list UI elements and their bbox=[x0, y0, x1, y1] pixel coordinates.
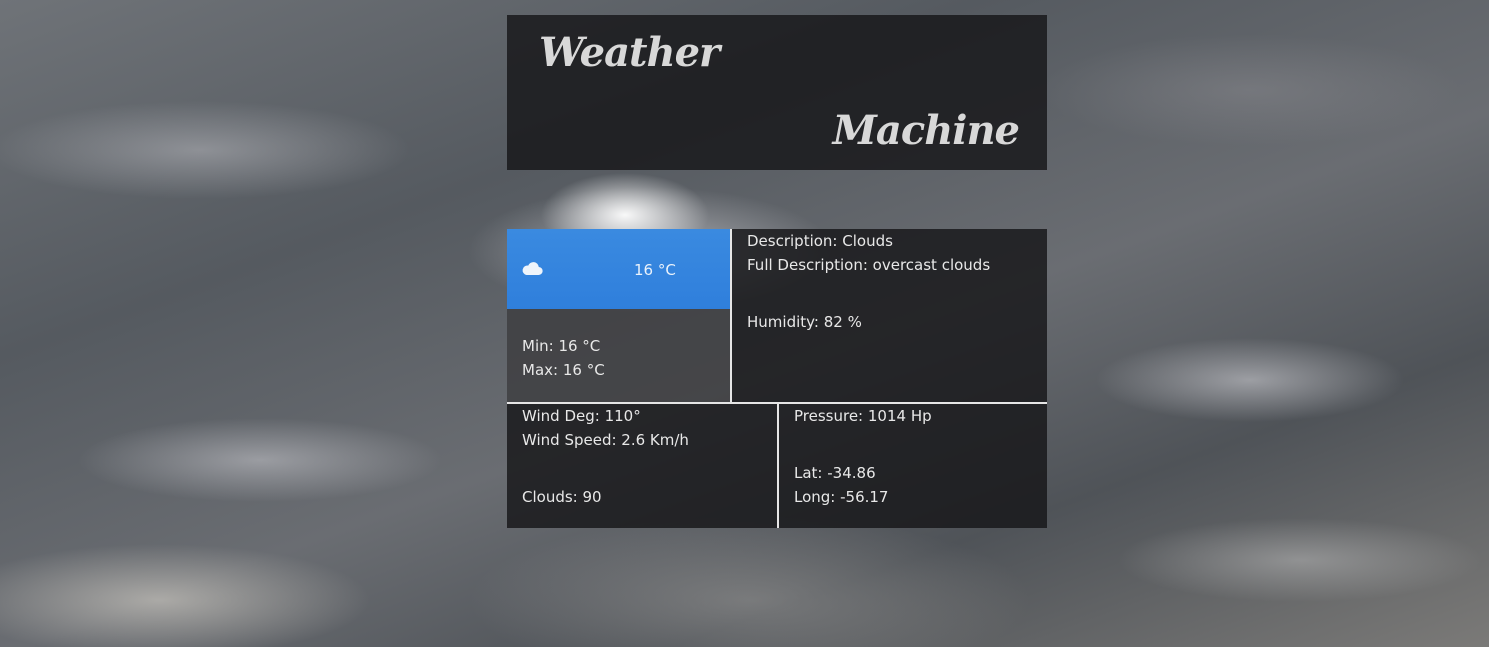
clouds-text: Clouds: 90 bbox=[522, 488, 602, 506]
temperature-panel: 16 °C Min: 16 °C Max: 16 °C bbox=[507, 229, 730, 402]
wind-deg-text: Wind Deg: 110° bbox=[522, 407, 641, 425]
humidity-text: Humidity: 82 % bbox=[747, 313, 862, 331]
cloud-icon bbox=[522, 262, 543, 276]
min-temperature: Min: 16 °C bbox=[522, 337, 601, 355]
title-word-weather: Weather bbox=[539, 29, 720, 76]
pressure-text: Pressure: 1014 Hp bbox=[794, 407, 932, 425]
current-temperature: 16 °C bbox=[634, 261, 676, 279]
wind-speed-text: Wind Speed: 2.6 Km/h bbox=[522, 431, 689, 449]
description-panel: Description: Clouds Full Description: ov… bbox=[732, 229, 1047, 402]
max-temperature: Max: 16 °C bbox=[522, 361, 605, 379]
full-description-text: Full Description: overcast clouds bbox=[747, 256, 991, 274]
wind-panel: Wind Deg: 110° Wind Speed: 2.6 Km/h Clou… bbox=[507, 404, 777, 528]
description-text: Description: Clouds bbox=[747, 232, 893, 250]
title-word-machine: Machine bbox=[832, 107, 1020, 154]
temperature-banner: 16 °C bbox=[507, 229, 730, 309]
latitude-text: Lat: -34.86 bbox=[794, 464, 876, 482]
location-panel: Pressure: 1014 Hp Lat: -34.86 Long: -56.… bbox=[779, 404, 1047, 528]
title-card: Weather Machine bbox=[507, 15, 1047, 170]
longitude-text: Long: -56.17 bbox=[794, 488, 889, 506]
